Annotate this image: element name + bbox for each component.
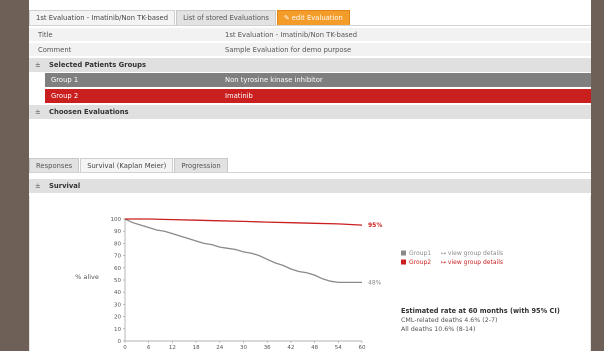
tab-responses[interactable]: Responses — [29, 158, 80, 173]
comment-row: Comment Sample Evaluation for demo purpo… — [29, 43, 591, 57]
result-tabs: Responses Survival (Kaplan Meier) Progre… — [29, 158, 229, 173]
survival-header[interactable]: ± Survival — [29, 179, 591, 193]
chosen-evaluations-title: Choosen Evaluations — [49, 108, 129, 116]
group-2-label: Group 2 — [51, 92, 79, 100]
tab-stored-evaluations[interactable]: List of stored Evaluations — [176, 10, 276, 25]
edit-evaluation-label: edit Evaluation — [291, 14, 343, 22]
tab-progression[interactable]: Progression — [174, 158, 228, 173]
pencil-icon: ✎ — [283, 14, 292, 22]
group-2-value: Imatinib — [225, 92, 253, 100]
chosen-evaluations-header[interactable]: ± Choosen Evaluations — [29, 105, 591, 119]
group-1-value: Non tyrosine kinase inhibitor — [225, 76, 323, 84]
tab-current-evaluation[interactable]: 1st Evaluation - Imatinib/Non TK-based — [29, 10, 176, 25]
tab-divider — [29, 172, 591, 173]
evaluation-tabs: 1st Evaluation - Imatinib/Non TK-based L… — [29, 10, 351, 25]
edit-evaluation-button[interactable]: ✎ edit Evaluation — [276, 10, 350, 25]
survival-title: Survival — [49, 182, 81, 190]
tab-survival[interactable]: Survival (Kaplan Meier) — [80, 158, 174, 173]
group-1-label: Group 1 — [51, 76, 79, 84]
collapse-icon[interactable]: ± — [35, 105, 41, 119]
title-row: Title 1st Evaluation - Imatinib/Non TK-b… — [29, 28, 591, 42]
comment-value: Sample Evaluation for demo purpose — [225, 46, 352, 54]
collapse-icon[interactable]: ± — [35, 179, 41, 193]
collapse-icon[interactable]: ± — [35, 58, 41, 72]
comment-label: Comment — [38, 46, 72, 54]
tab-divider — [29, 25, 591, 26]
title-value: 1st Evaluation - Imatinib/Non TK-based — [225, 31, 358, 39]
selected-groups-title: Selected Patients Groups — [49, 61, 146, 69]
survival-chart-area — [29, 196, 591, 351]
selected-groups-header[interactable]: ± Selected Patients Groups — [29, 58, 591, 72]
group-2-row[interactable]: Group 2 Imatinib — [45, 89, 591, 103]
group-1-row[interactable]: Group 1 Non tyrosine kinase inhibitor — [45, 73, 591, 87]
title-label: Title — [38, 31, 53, 39]
